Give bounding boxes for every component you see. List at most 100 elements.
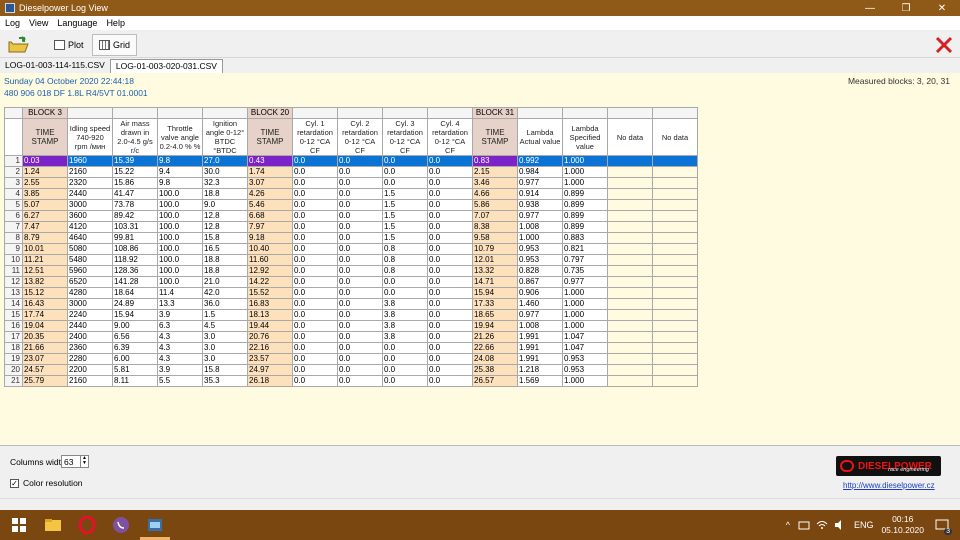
table-cell[interactable]: 0.0 [427, 331, 473, 343]
table-cell[interactable]: 0.0 [382, 287, 428, 299]
table-cell[interactable]: 0.0 [337, 155, 383, 167]
table-cell[interactable]: 118.92 [112, 254, 158, 266]
tab-file-2[interactable]: LOG-01-003-020-031.CSV [109, 59, 223, 73]
table-cell[interactable]: 20.76 [247, 331, 293, 343]
table-cell[interactable]: 100.0 [157, 254, 203, 266]
table-cell[interactable]: 1.008 [517, 221, 563, 233]
table-cell[interactable]: 0.0 [292, 177, 338, 189]
table-cell[interactable]: 0.8 [382, 265, 428, 277]
table-cell[interactable]: 0.0 [382, 353, 428, 365]
table-cell[interactable] [652, 210, 698, 222]
table-cell[interactable]: 0.953 [562, 353, 608, 365]
table-cell[interactable]: 0.0 [337, 276, 383, 288]
table-cell[interactable] [652, 353, 698, 365]
table-cell[interactable]: 25.79 [22, 375, 68, 387]
table-cell[interactable] [652, 320, 698, 332]
table-cell[interactable]: 0.0 [337, 188, 383, 200]
table-cell[interactable] [652, 265, 698, 277]
table-cell[interactable]: 1.218 [517, 364, 563, 376]
table-cell[interactable]: 0.0 [292, 232, 338, 244]
table-cell[interactable]: 0.0 [292, 375, 338, 387]
table-cell[interactable] [652, 177, 698, 189]
table-cell[interactable]: 5.07 [22, 199, 68, 211]
table-cell[interactable]: 1.5 [202, 309, 248, 321]
table-cell[interactable]: 8.11 [112, 375, 158, 387]
table-cell[interactable]: 0.0 [337, 364, 383, 376]
table-cell[interactable]: 100.0 [157, 210, 203, 222]
table-row[interactable]: 6 6.27 3600 89.42 100.0 12.8 6.68 0.0 0.0 1.5 0.0 7… [4, 210, 698, 222]
table-cell[interactable]: 36.0 [202, 298, 248, 310]
table-cell[interactable]: 17.74 [22, 309, 68, 321]
table-cell[interactable] [607, 166, 653, 178]
table-cell[interactable]: 2440 [67, 188, 113, 200]
table-cell[interactable] [607, 331, 653, 343]
table-row[interactable]: 10 11.21 5480 118.92 100.0 18.8 11.60 0.0 0.0 0.8… [4, 254, 698, 266]
clock[interactable]: 00:16 05.10.2020 [881, 514, 924, 536]
table-cell[interactable]: 41.47 [112, 188, 158, 200]
table-cell[interactable]: 3.9 [157, 364, 203, 376]
table-cell[interactable]: 3000 [67, 298, 113, 310]
table-cell[interactable]: 1.000 [562, 309, 608, 321]
table-cell[interactable]: 0.953 [562, 364, 608, 376]
table-cell[interactable]: 24.97 [247, 364, 293, 376]
table-cell[interactable]: 0.83 [472, 155, 518, 167]
table-cell[interactable]: 0.0 [337, 177, 383, 189]
table-cell[interactable]: 0.977 [517, 177, 563, 189]
table-cell[interactable]: 5.81 [112, 364, 158, 376]
table-cell[interactable]: 0.0 [292, 254, 338, 266]
table-cell[interactable]: 0.0 [292, 320, 338, 332]
table-cell[interactable]: 100.0 [157, 276, 203, 288]
table-cell[interactable]: 1.000 [562, 298, 608, 310]
table-cell[interactable]: 2400 [67, 331, 113, 343]
table-cell[interactable]: 24.08 [472, 353, 518, 365]
table-cell[interactable]: 4.5 [202, 320, 248, 332]
table-cell[interactable]: 6.39 [112, 342, 158, 354]
table-cell[interactable]: 1960 [67, 155, 113, 167]
column-header[interactable]: Cyl. 4 retardation 0-12 °CA CF [427, 118, 473, 156]
table-cell[interactable]: 0.867 [517, 276, 563, 288]
table-cell[interactable]: 1.991 [517, 331, 563, 343]
table-cell[interactable] [607, 210, 653, 222]
table-cell[interactable]: 0.0 [427, 166, 473, 178]
table-cell[interactable]: 26.18 [247, 375, 293, 387]
table-cell[interactable] [652, 331, 698, 343]
tab-file-1[interactable]: LOG-01-003-114-115.CSV [0, 59, 110, 73]
column-header[interactable]: Throttle valve angle 0.2-4.0 % % [157, 118, 203, 156]
table-row[interactable]: 8 8.79 4640 99.81 100.0 15.8 9.18 0.0 0.0 1.5 0.0 9… [4, 232, 698, 244]
table-cell[interactable]: 2160 [67, 166, 113, 178]
table-row[interactable]: 11 12.51 5960 128.36 100.0 18.8 12.92 0.0 0.0 0.8… [4, 265, 698, 277]
table-cell[interactable]: 22.66 [472, 342, 518, 354]
table-cell[interactable]: 0.0 [382, 166, 428, 178]
table-cell[interactable] [652, 199, 698, 211]
table-cell[interactable]: 11.60 [247, 254, 293, 266]
viber-icon[interactable] [112, 516, 130, 534]
table-cell[interactable]: 0.0 [427, 375, 473, 387]
table-cell[interactable]: 0.0 [337, 265, 383, 277]
table-cell[interactable]: 15.94 [112, 309, 158, 321]
table-cell[interactable]: 23.07 [22, 353, 68, 365]
table-cell[interactable]: 1.000 [562, 375, 608, 387]
table-cell[interactable]: 1.991 [517, 342, 563, 354]
table-cell[interactable]: 18.13 [247, 309, 293, 321]
table-cell[interactable]: 19.94 [472, 320, 518, 332]
table-cell[interactable]: 3.07 [247, 177, 293, 189]
table-cell[interactable]: 3.0 [202, 342, 248, 354]
table-cell[interactable] [607, 309, 653, 321]
table-cell[interactable]: 0.0 [382, 177, 428, 189]
tray-expand-icon[interactable]: ^ [786, 520, 790, 530]
table-row[interactable]: 3 2.55 2320 15.86 9.8 32.3 3.07 0.0 0.0 0.0 0.0 3.4… [4, 177, 698, 189]
table-cell[interactable]: 89.42 [112, 210, 158, 222]
table-cell[interactable] [607, 177, 653, 189]
column-header[interactable]: Ignition angle 0-12° BTDC °BTDC [202, 118, 248, 156]
table-cell[interactable]: 5480 [67, 254, 113, 266]
table-cell[interactable] [607, 188, 653, 200]
table-cell[interactable]: 7.47 [22, 221, 68, 233]
table-cell[interactable]: 3.8 [382, 331, 428, 343]
table-cell[interactable]: 1.000 [562, 155, 608, 167]
table-cell[interactable]: 4.3 [157, 353, 203, 365]
color-resolution-checkbox[interactable]: ✓ [10, 478, 19, 488]
maximize-button[interactable]: ❐ [888, 0, 924, 16]
table-cell[interactable]: 13.82 [22, 276, 68, 288]
table-cell[interactable]: 2360 [67, 342, 113, 354]
table-cell[interactable]: 1.460 [517, 298, 563, 310]
